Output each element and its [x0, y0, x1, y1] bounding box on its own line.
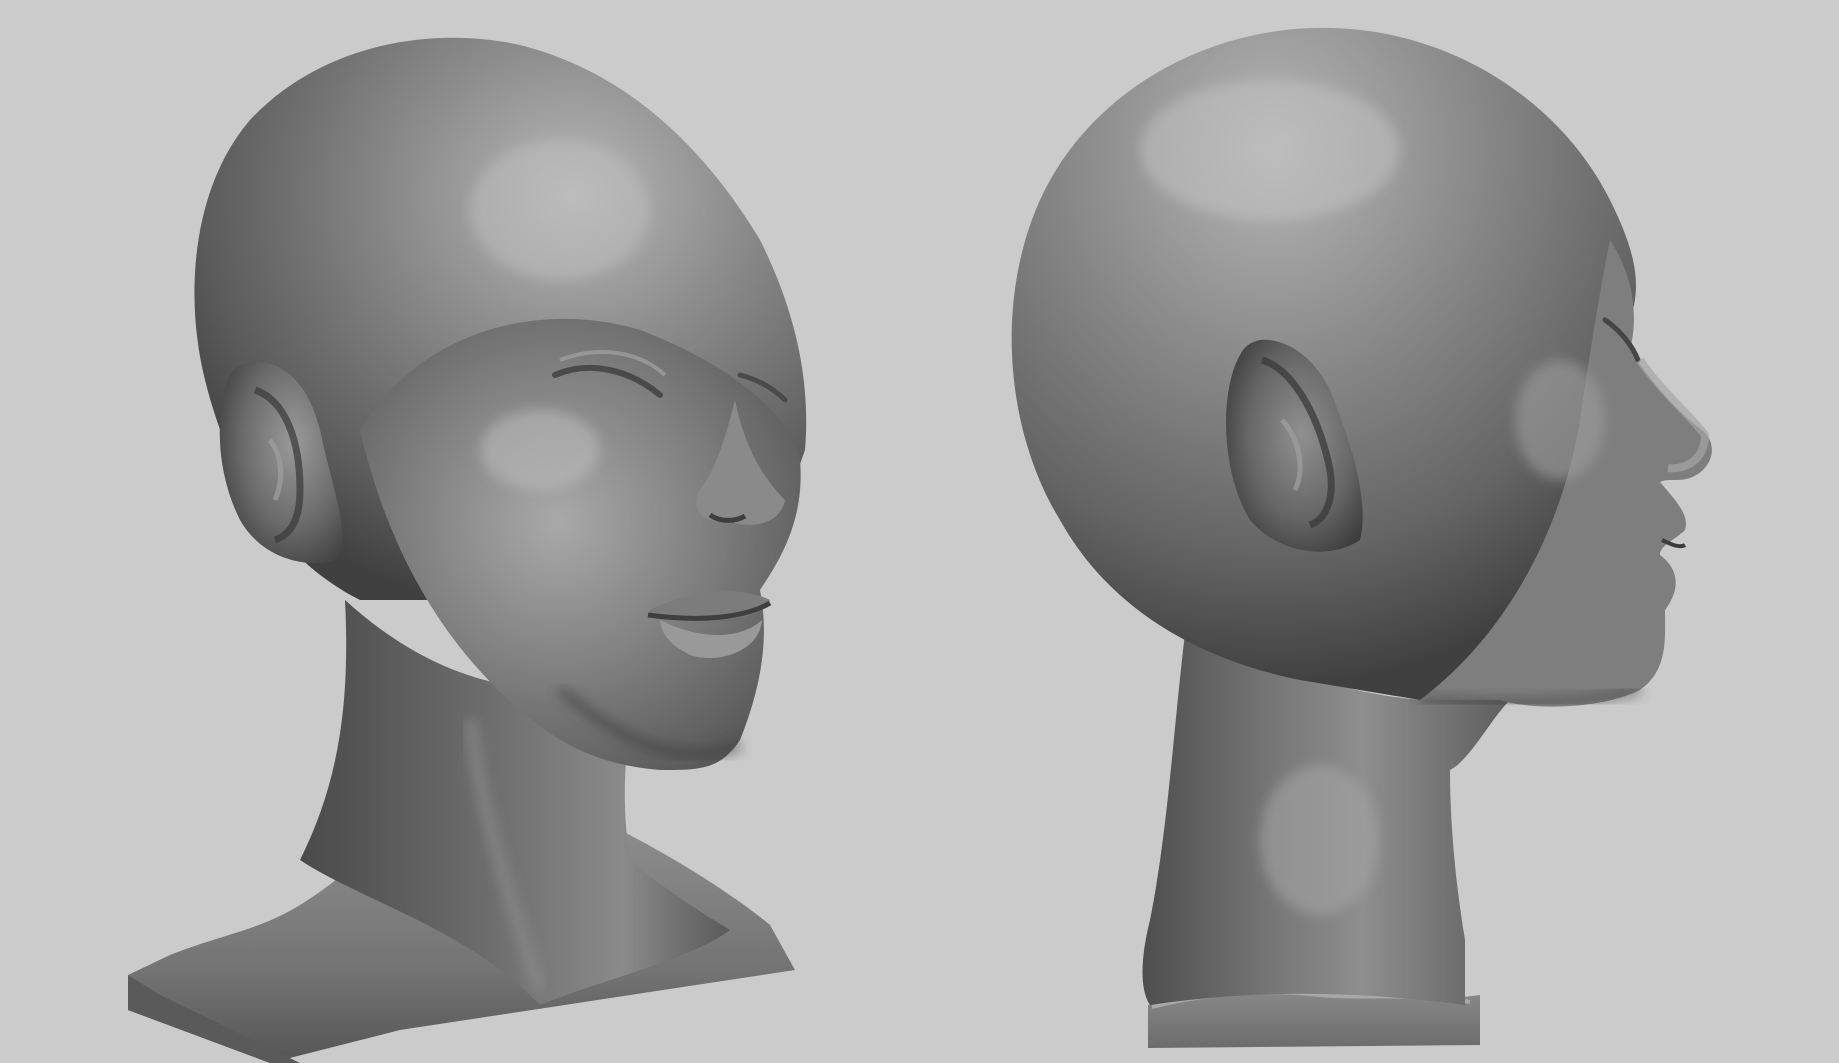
- cheek-highlight: [1515, 360, 1605, 480]
- neck-highlight: [1260, 765, 1380, 915]
- forehead-highlight: [470, 140, 650, 280]
- lip-line: [1661, 538, 1687, 549]
- render-canvas: [128, 27, 1712, 1063]
- sculpt-viewport[interactable]: [0, 0, 1839, 1063]
- cheek-highlight: [480, 410, 600, 490]
- bust-profile-view[interactable]: [1011, 27, 1712, 1048]
- crown-highlight: [1140, 80, 1400, 220]
- bust-three-quarter-view[interactable]: [128, 37, 807, 1063]
